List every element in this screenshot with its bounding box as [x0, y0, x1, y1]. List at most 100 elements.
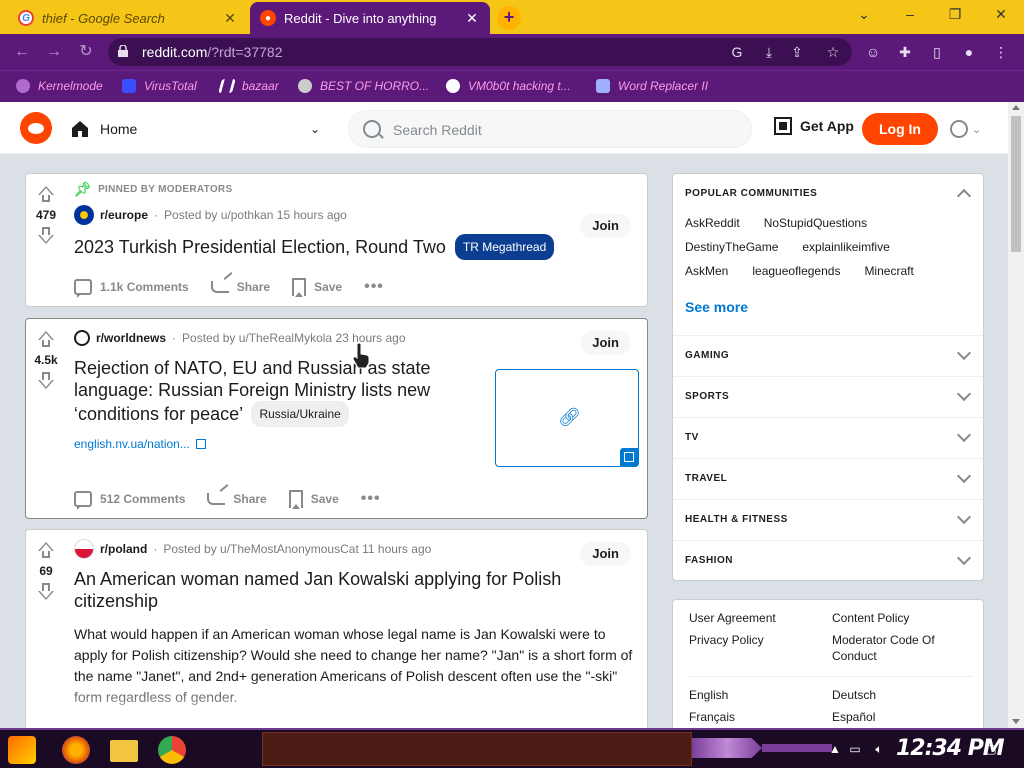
post-card[interactable]: 479 📌︎ PINNED BY MODERATORS r/europe · P…	[25, 173, 648, 307]
downvote-icon[interactable]	[36, 371, 56, 391]
category-travel[interactable]: TRAVEL	[673, 458, 983, 499]
back-icon[interactable]: ←	[12, 42, 32, 62]
community-link[interactable]: NoStupidQuestions	[764, 216, 867, 230]
link-thumbnail[interactable]: 🔗︎	[495, 369, 639, 467]
join-button[interactable]: Join	[580, 542, 631, 566]
post-card[interactable]: 4.5k r/worldnews · Posted by u/TheRealMy…	[25, 318, 648, 519]
url-input[interactable]: reddit.com/?rdt=37782 G ⤓ ⇪ ☆	[108, 38, 852, 66]
chrome-icon[interactable]	[158, 736, 186, 764]
start-button-icon[interactable]	[8, 736, 36, 764]
install-app-icon[interactable]: ⤓	[760, 43, 778, 61]
downvote-icon[interactable]	[36, 226, 56, 246]
close-tab-icon[interactable]: ✕	[222, 10, 238, 27]
comments-button[interactable]: 1.1k Comments	[74, 279, 189, 298]
bookmark-star-icon[interactable]: ☆	[824, 43, 842, 61]
home-dropdown[interactable]: Home ⌄	[70, 116, 320, 142]
post-author[interactable]: Posted by u/pothkan	[164, 208, 273, 222]
community-link[interactable]: Minecraft	[864, 264, 913, 278]
extension-avatar-icon[interactable]: ☺	[864, 43, 882, 61]
language-deutsch-link[interactable]: Deutsch	[832, 687, 876, 703]
post-title[interactable]: Rejection of NATO, EU and Russian as sta…	[74, 357, 454, 427]
save-button[interactable]: Save	[288, 490, 339, 509]
side-panel-icon[interactable]: ▯	[928, 43, 946, 61]
chevron-up-icon[interactable]	[956, 188, 972, 204]
bookmark-word-replacer[interactable]: Word Replacer II	[596, 79, 708, 93]
flair-badge[interactable]: TR Megathread	[454, 234, 555, 260]
upvote-icon[interactable]	[36, 540, 56, 560]
bookmark-vm0b0t[interactable]: VM0b0t hacking t...	[446, 79, 571, 93]
bookmark-best-of-horror[interactable]: BEST OF HORRO...	[298, 79, 429, 93]
minimize-icon[interactable]: –	[898, 6, 922, 22]
page-scrollbar[interactable]	[1008, 102, 1024, 728]
tab-reddit[interactable]: ● Reddit - Dive into anything ✕	[250, 2, 490, 34]
join-button[interactable]: Join	[580, 331, 631, 355]
language-espanol-link[interactable]: Español	[832, 709, 875, 725]
firefox-icon[interactable]	[62, 736, 90, 764]
post-card[interactable]: 69 r/poland · Posted by u/TheMostAnonymo…	[25, 529, 648, 728]
get-app-button[interactable]: Get App	[774, 117, 854, 135]
post-author[interactable]: Posted by u/TheRealMykola	[182, 331, 332, 345]
category-fashion[interactable]: FASHION	[673, 540, 983, 581]
upvote-icon[interactable]	[36, 329, 56, 349]
volume-icon[interactable]: 🔈︎	[872, 742, 886, 756]
moderator-code-link[interactable]: Moderator Code Of Conduct	[832, 632, 952, 664]
tray-expand-icon[interactable]: ▲	[828, 742, 842, 756]
community-link[interactable]: leagueoflegends	[752, 264, 840, 278]
scroll-up-icon[interactable]	[1012, 105, 1020, 110]
search-input[interactable]: Search Reddit	[348, 110, 752, 148]
share-button[interactable]: Share	[210, 280, 270, 294]
community-link[interactable]: DestinyTheGame	[685, 240, 778, 254]
taskbar-window-strip[interactable]	[262, 732, 692, 766]
subreddit-link[interactable]: r/europe	[100, 208, 148, 222]
popular-communities-header[interactable]: POPULAR COMMUNITIES	[685, 188, 817, 199]
community-link[interactable]: AskMen	[685, 264, 728, 278]
login-button[interactable]: Log In	[862, 113, 938, 145]
category-sports[interactable]: SPORTS	[673, 376, 983, 417]
see-more-link[interactable]: See more	[685, 299, 748, 315]
new-tab-button[interactable]: +	[497, 6, 521, 30]
privacy-policy-link[interactable]: Privacy Policy	[689, 632, 764, 648]
subreddit-link[interactable]: r/worldnews	[96, 331, 166, 345]
downvote-icon[interactable]	[36, 582, 56, 602]
chrome-menu-icon[interactable]: ⋮	[992, 43, 1010, 61]
post-author[interactable]: Posted by u/TheMostAnonymousCat	[163, 542, 358, 556]
subreddit-link[interactable]: r/poland	[100, 542, 147, 556]
category-gaming[interactable]: GAMING	[673, 335, 983, 376]
save-button[interactable]: Save	[292, 278, 342, 297]
community-link[interactable]: explainlikeimfive	[802, 240, 889, 254]
reddit-logo-icon[interactable]	[20, 112, 52, 144]
network-icon[interactable]: ▭	[848, 742, 862, 756]
bookmark-virustotal[interactable]: VirusTotal	[122, 79, 197, 93]
tab-search-icon[interactable]: ⌄	[852, 6, 876, 23]
file-explorer-icon[interactable]	[110, 740, 138, 762]
join-button[interactable]: Join	[580, 214, 631, 238]
scrollbar-thumb[interactable]	[1011, 116, 1021, 252]
category-tv[interactable]: TV	[673, 417, 983, 458]
close-window-icon[interactable]: ✕	[989, 6, 1013, 23]
language-english-link[interactable]: English	[689, 687, 728, 703]
community-link[interactable]: AskReddit	[685, 216, 740, 230]
notifications-icon[interactable]: ▢	[984, 742, 998, 756]
bookmark-bazaar[interactable]: bazaar	[218, 79, 279, 93]
more-options-icon[interactable]: •••	[361, 490, 381, 508]
scroll-down-icon[interactable]	[1012, 719, 1020, 724]
close-tab-icon[interactable]: ✕	[464, 10, 480, 27]
language-francais-link[interactable]: Français	[689, 709, 735, 725]
share-page-icon[interactable]: ⇪	[788, 43, 806, 61]
content-policy-link[interactable]: Content Policy	[832, 610, 909, 626]
comments-button[interactable]: 512 Comments	[74, 491, 185, 510]
extensions-puzzle-icon[interactable]: ✚	[896, 43, 914, 61]
share-button[interactable]: Share	[207, 492, 267, 506]
category-health-fitness[interactable]: HEALTH & FITNESS	[673, 499, 983, 540]
user-menu-dropdown[interactable]: ⌄	[950, 118, 990, 140]
user-agreement-link[interactable]: User Agreement	[689, 610, 776, 626]
reload-icon[interactable]: ↻	[76, 42, 96, 62]
restore-icon[interactable]: ❐	[943, 6, 967, 23]
upvote-icon[interactable]	[36, 184, 56, 204]
post-title[interactable]: An American woman named Jan Kowalski app…	[74, 568, 639, 612]
profile-icon[interactable]: ●	[960, 43, 978, 61]
bookmark-kernelmode[interactable]: Kernelmode	[16, 79, 103, 93]
google-lens-icon[interactable]: G	[728, 43, 746, 61]
forward-icon[interactable]: →	[44, 42, 64, 62]
more-options-icon[interactable]: •••	[364, 278, 384, 296]
